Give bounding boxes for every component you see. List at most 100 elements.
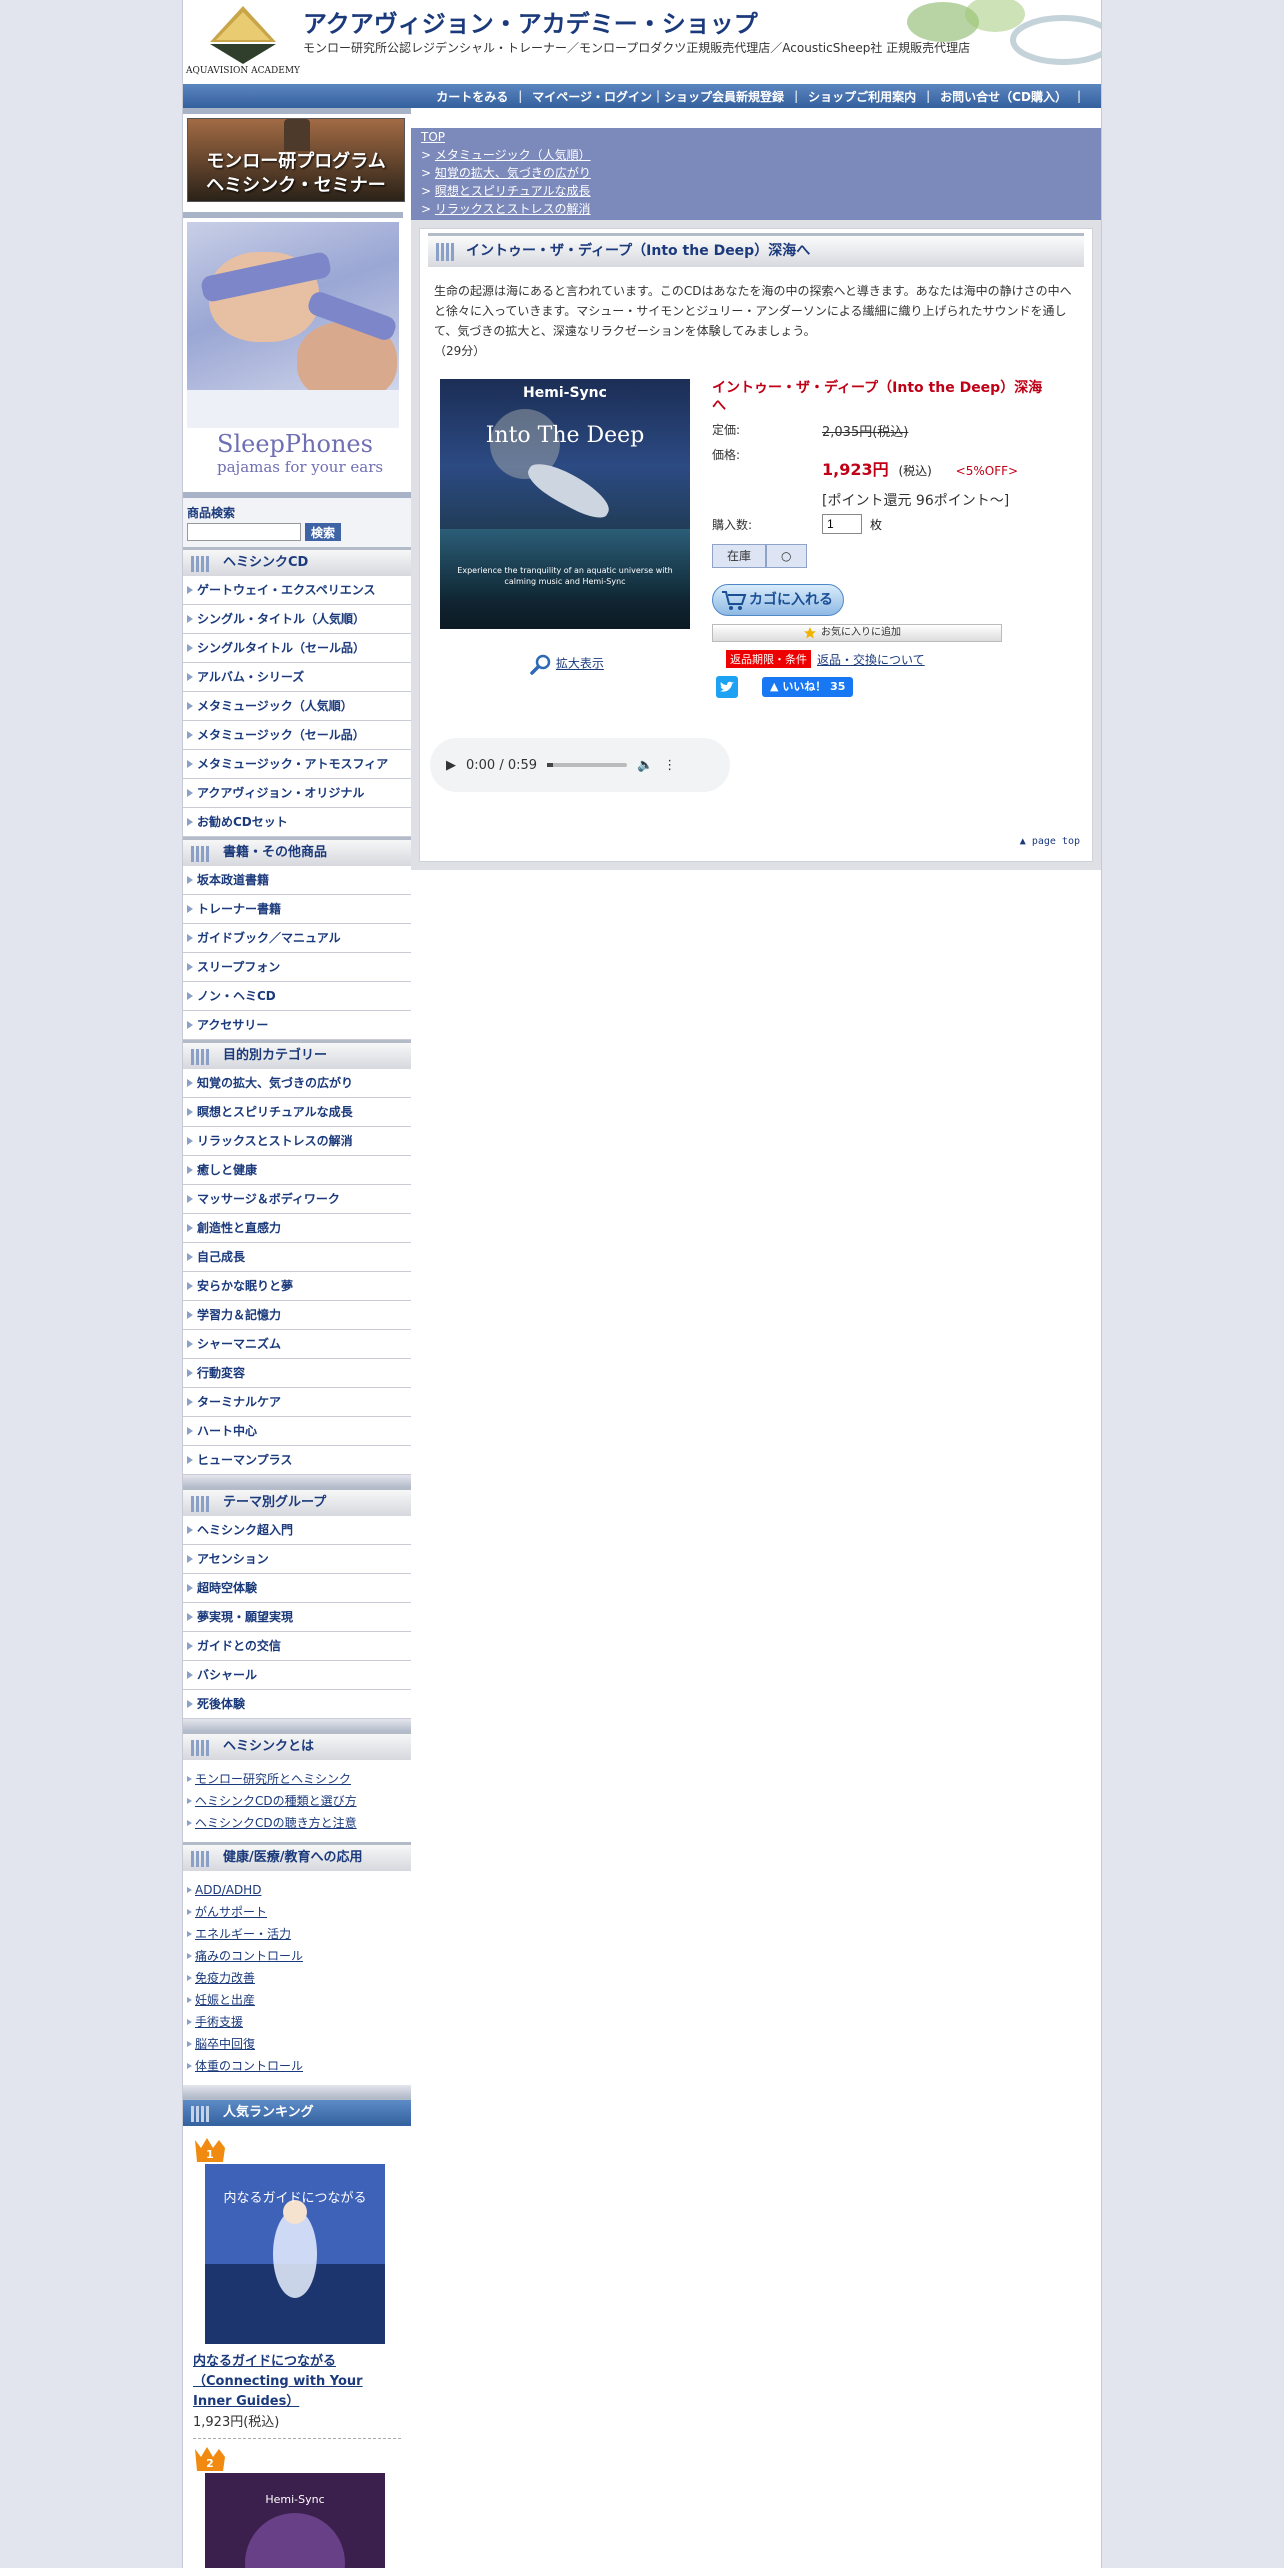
sidebar-category-item[interactable]: メタミュージック（セール品） — [183, 721, 411, 750]
breadcrumb-item[interactable]: 瞑想とスピリチュアルな成長 — [435, 184, 591, 198]
sidebar-category-item[interactable]: 瞑想とスピリチュアルな成長 — [183, 1098, 411, 1127]
add-favorite-button[interactable]: お気に入りに追加 — [712, 624, 1002, 642]
sidebar-link-item[interactable]: エネルギー・活力 — [183, 1923, 411, 1945]
sidebar-link-item[interactable]: 免疫力改善 — [183, 1967, 411, 1989]
returns-link[interactable]: 返品・交換について — [817, 651, 925, 668]
points-info: [ポイント還元 96ポイント～] — [822, 493, 1010, 509]
qty-unit: 枚 — [870, 517, 883, 532]
header-decoration — [907, 0, 1101, 65]
sidebar-category-item[interactable]: ガイドとの交信 — [183, 1632, 411, 1661]
sidebar-category-item[interactable]: メタミュージック（人気順） — [183, 692, 411, 721]
sidebar-link-item[interactable]: ヘミシンクCDの種類と選び方 — [183, 1790, 411, 1812]
volume-icon[interactable]: 🔈 — [637, 758, 653, 773]
zoom-link[interactable]: 拡大表示 — [440, 653, 694, 675]
site-title[interactable]: アクアヴィジョン・アカデミー・ショップ — [303, 4, 758, 39]
breadcrumb: TOP > メタミュージック（人気順） > 知覚の拡大、気づきの広がり > 瞑想… — [411, 128, 1101, 220]
sleepphones-tagline: pajamas for your ears — [217, 458, 384, 476]
breadcrumb-item[interactable]: 知覚の拡大、気づきの広がり — [435, 166, 591, 180]
rank1-title[interactable]: 内なるガイドにつながる（Connecting with Your Inner G… — [193, 2352, 401, 2412]
dolphin-graphic — [522, 455, 616, 525]
sidebar-category-item[interactable]: スリープフォン — [183, 953, 411, 982]
sidebar-category-item[interactable]: 学習力＆記憶力 — [183, 1301, 411, 1330]
price: 1,923円 — [822, 460, 889, 479]
sidebar-link-item[interactable]: がんサポート — [183, 1901, 411, 1923]
audio-seek-bar[interactable] — [547, 763, 628, 767]
sleepphones-banner[interactable]: SleepPhones pajamas for your ears — [183, 212, 403, 492]
sidebar-category-item[interactable]: トレーナー書籍 — [183, 895, 411, 924]
page-top-link[interactable]: ▲ page top — [428, 836, 1084, 847]
sidebar-category-item[interactable]: ガイドブック／マニュアル — [183, 924, 411, 953]
nav-shop-guide[interactable]: ショップご利用案内 — [804, 88, 920, 105]
sidebar-category-item[interactable]: ハート中心 — [183, 1417, 411, 1446]
cover-caption: Experience the tranquility of an aquatic… — [457, 566, 673, 586]
facebook-like-button[interactable]: ▲ いいね！ 35 — [762, 677, 854, 697]
sidebar-category-item[interactable]: シャーマニズム — [183, 1330, 411, 1359]
nav-contact[interactable]: お問い合せ（CD購入） — [936, 88, 1071, 105]
sidebar-category-item[interactable]: アクアヴィジョン・オリジナル — [183, 779, 411, 808]
sidebar-category-item[interactable]: 安らかな眠りと夢 — [183, 1272, 411, 1301]
breadcrumb-item[interactable]: メタミュージック（人気順） — [435, 148, 591, 162]
sidebar-category-item[interactable]: 創造性と直感力 — [183, 1214, 411, 1243]
sidebar-link-item[interactable]: 手術支援 — [183, 2011, 411, 2033]
sidebar-category-item[interactable]: マッサージ＆ボディワーク — [183, 1185, 411, 1214]
search-label: 商品検索 — [187, 506, 236, 520]
more-options-icon[interactable]: ⋮ — [663, 758, 676, 773]
rank-badge-icon: 2 — [193, 2445, 227, 2473]
sidebar-category-item[interactable]: シングル・タイトル（人気順） — [183, 605, 411, 634]
nav-mypage-login[interactable]: マイページ・ログイン｜ショップ会員新規登録 — [528, 88, 788, 105]
sidebar-category-item[interactable]: アセンション — [183, 1545, 411, 1574]
sidebar-category-item[interactable]: リラックスとストレスの解消 — [183, 1127, 411, 1156]
sidebar-link-item[interactable]: モンロー研究所とヘミシンク — [183, 1768, 411, 1790]
rank-number: 2 — [206, 2457, 214, 2470]
sidebar-link-item[interactable]: 妊娠と出産 — [183, 1989, 411, 2011]
rank-number: 1 — [206, 2148, 214, 2161]
sidebar-category-item[interactable]: アクセサリー — [183, 1011, 411, 1040]
sidebar-category-item[interactable]: バシャール — [183, 1661, 411, 1690]
sidebar-category-item[interactable]: シングルタイトル（セール品） — [183, 634, 411, 663]
sidebar-link-item[interactable]: 痛みのコントロール — [183, 1945, 411, 1967]
sidebar-category-item[interactable]: ゲートウェイ・エクスペリエンス — [183, 576, 411, 605]
category-head-purpose: 目的別カテゴリー — [183, 1040, 411, 1069]
sidebar-link-item[interactable]: 脳卒中回復 — [183, 2033, 411, 2055]
sidebar-category-item[interactable]: 夢実現・願望実現 — [183, 1603, 411, 1632]
sidebar-category-item[interactable]: お勧めCDセット — [183, 808, 411, 837]
sidebar-category-item[interactable]: ヒューマンプラス — [183, 1446, 411, 1475]
nav-separator: | — [518, 89, 523, 103]
sidebar-category-item[interactable]: メタミュージック・アトモスフィア — [183, 750, 411, 779]
rank1-cover[interactable]: 内なるガイドにつながる — [205, 2164, 385, 2344]
zoom-label[interactable]: 拡大表示 — [556, 657, 604, 671]
tax-label: (税込) — [898, 464, 932, 478]
sidebar-category-item[interactable]: 死後体験 — [183, 1690, 411, 1719]
rank2-cover[interactable]: Hemi-Sync — [205, 2473, 385, 2568]
add-to-cart-button[interactable]: カゴに入れる — [712, 584, 844, 616]
nav-cart[interactable]: カートをみる — [432, 88, 512, 105]
sidebar-category-item[interactable]: アルバム・シリーズ — [183, 663, 411, 692]
search-button[interactable]: 検索 — [305, 523, 342, 541]
star-icon — [804, 627, 816, 639]
sidebar-category-item[interactable]: 行動変容 — [183, 1359, 411, 1388]
search-input[interactable] — [187, 523, 301, 541]
sidebar-category-item[interactable]: ターミナルケア — [183, 1388, 411, 1417]
breadcrumb-top[interactable]: TOP — [421, 130, 445, 144]
play-icon[interactable]: ▶ — [446, 758, 456, 773]
sidebar-category-item[interactable]: 超時空体験 — [183, 1574, 411, 1603]
sidebar-category-item[interactable]: 知覚の拡大、気づきの広がり — [183, 1069, 411, 1098]
sidebar-category-item[interactable]: ノン・ヘミCD — [183, 982, 411, 1011]
twitter-icon[interactable] — [716, 676, 738, 698]
rank-badge-icon: 1 — [193, 2136, 227, 2164]
seminar-banner[interactable]: モンロー研プログラム ヘミシンク・セミナー — [187, 118, 405, 202]
breadcrumb-item[interactable]: リラックスとストレスの解消 — [435, 202, 591, 216]
sidebar-link-item[interactable]: ADD/ADHD — [183, 1879, 411, 1901]
sidebar-category-item[interactable]: 癒しと健康 — [183, 1156, 411, 1185]
site-logo[interactable]: AQUAVISION ACADEMY — [185, 4, 301, 82]
logo-text: AQUAVISION ACADEMY — [186, 66, 300, 76]
quantity-input[interactable] — [822, 514, 862, 534]
like-count: いいね！ 35 — [782, 680, 846, 693]
cover-title: Into The Deep — [485, 423, 645, 448]
sidebar-category-item[interactable]: ヘミシンク超入門 — [183, 1516, 411, 1545]
sidebar-link-item[interactable]: 体重のコントロール — [183, 2055, 411, 2077]
sidebar-category-item[interactable]: 坂本政道書籍 — [183, 866, 411, 895]
sidebar-category-item[interactable]: 自己成長 — [183, 1243, 411, 1272]
sidebar-link-item[interactable]: ヘミシンクCDの聴き方と注意 — [183, 1812, 411, 1834]
product-cover-image[interactable]: Hemi-Sync Into The Deep Experience the t… — [440, 379, 690, 629]
